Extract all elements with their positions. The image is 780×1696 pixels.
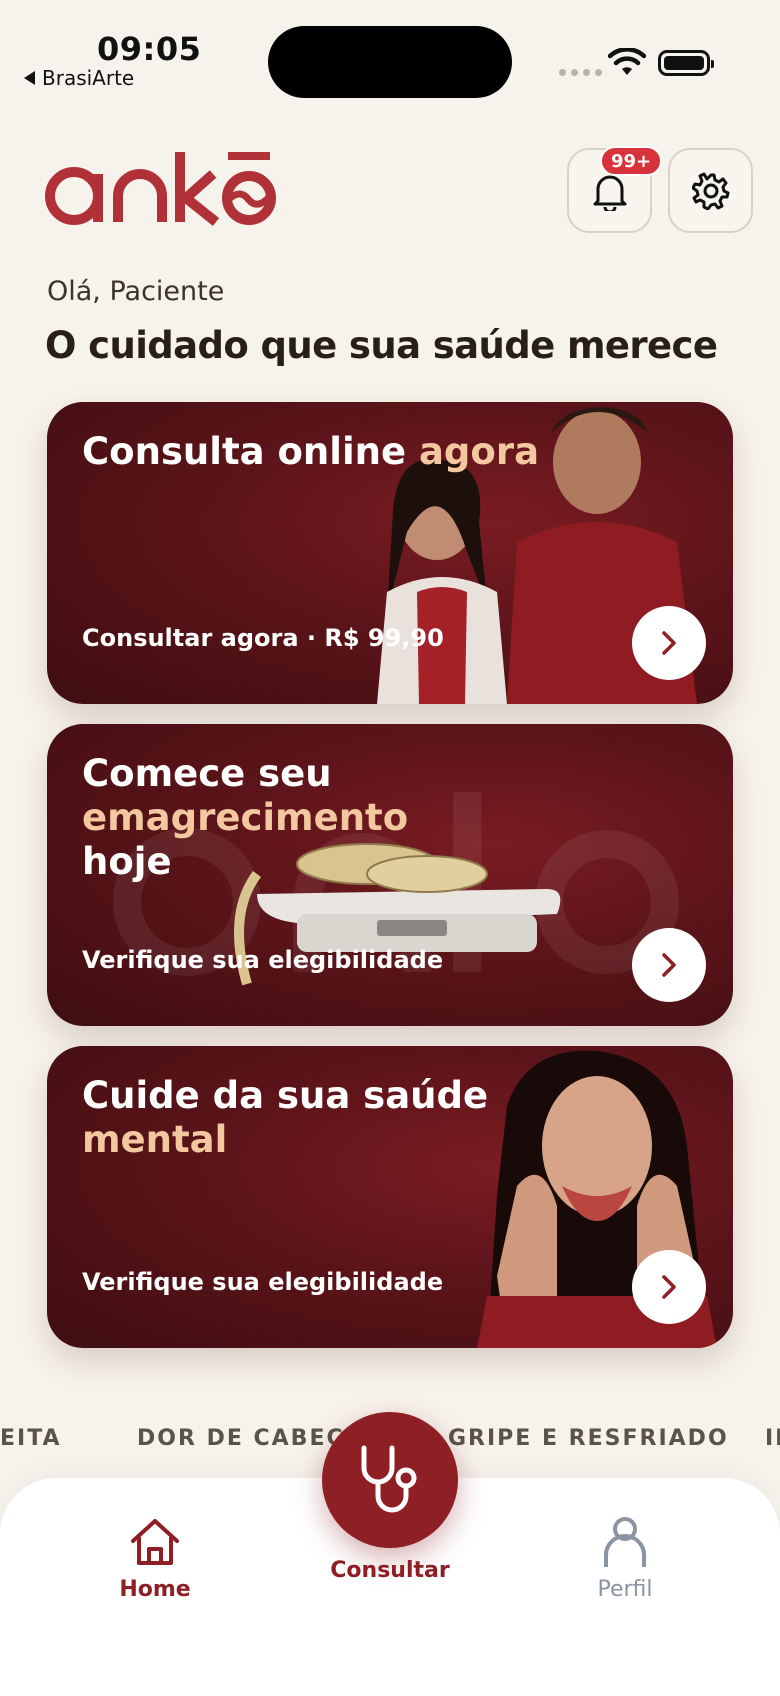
bell-icon	[593, 175, 626, 211]
card-title: Cuide da sua saúde mental	[82, 1074, 489, 1161]
weight-loss-card[interactable]: Comece seu emagrecimento hoje Verifique s…	[47, 724, 733, 1026]
status-time: 09:05	[97, 30, 202, 68]
chevron-right-icon	[662, 1275, 676, 1299]
signal-icon	[559, 69, 602, 76]
back-app-label: BrasiArte	[42, 66, 135, 90]
card-arrow-button[interactable]	[632, 1250, 706, 1324]
nav-home-label: Home	[119, 1577, 191, 1602]
nav-home[interactable]: Home	[112, 1515, 198, 1602]
mental-health-card[interactable]: Cuide da sua saúde mental Verifique sua …	[47, 1046, 733, 1348]
back-triangle-icon	[24, 71, 35, 85]
chevron-right-icon	[662, 953, 676, 977]
card-subtitle: Verifique sua elegibilidade	[82, 946, 444, 974]
stethoscope-icon	[361, 1445, 417, 1513]
status-bar: 09:05 BrasiArte	[0, 0, 780, 110]
notification-count-badge: 99+	[600, 146, 663, 176]
consult-fab-button[interactable]	[322, 1412, 458, 1548]
online-consultation-card[interactable]: Consulta online agora Consultar agora · …	[47, 402, 733, 704]
card-title: Comece seu emagrecimento hoje	[82, 752, 409, 883]
battery-icon	[658, 50, 714, 76]
person-icon	[604, 1517, 646, 1567]
card-arrow-button[interactable]	[632, 606, 706, 680]
gear-icon	[691, 172, 729, 210]
dynamic-island	[268, 26, 512, 98]
consult-label: Consultar	[330, 1558, 450, 1583]
ticker-item[interactable]: IN	[765, 1426, 780, 1451]
settings-button[interactable]	[668, 148, 753, 233]
nav-profile[interactable]: Perfil	[582, 1515, 668, 1602]
greeting-text: Olá, Paciente	[47, 276, 225, 307]
ticker-item[interactable]: EITA	[0, 1426, 62, 1451]
chevron-right-icon	[662, 631, 676, 655]
nav-profile-label: Perfil	[597, 1577, 653, 1602]
anko-logo	[38, 146, 278, 230]
card-subtitle: Verifique sua elegibilidade	[82, 1268, 444, 1296]
home-icon	[131, 1519, 179, 1565]
ticker-item[interactable]: GRIPE E RESFRIADO	[448, 1426, 729, 1451]
page-headline: O cuidado que sua saúde merece	[45, 324, 718, 367]
card-arrow-button[interactable]	[632, 928, 706, 1002]
card-subtitle: Consultar agora · R$ 99,90	[82, 624, 444, 652]
card-title: Consulta online agora	[82, 430, 540, 473]
back-to-app-link[interactable]: BrasiArte	[24, 66, 134, 90]
wifi-icon	[608, 48, 646, 75]
